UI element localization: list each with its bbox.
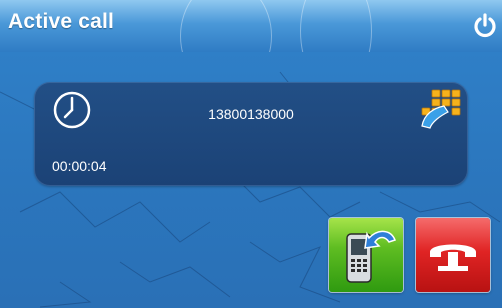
header-decoration [300,0,372,52]
hang-up-icon [430,244,476,271]
call-body: 13800138000 00:00:04 [0,52,502,308]
power-button[interactable] [472,12,498,40]
header-bar: Active call [0,0,502,52]
hang-up-button[interactable] [416,218,490,292]
power-icon [474,13,496,38]
phone-transfer-icon [346,230,396,283]
caller-number: 13800138000 [208,106,294,122]
keypad-button[interactable] [418,88,462,130]
call-info-panel: 13800138000 00:00:04 [34,82,468,186]
active-call-screen: Active call 13800138000 00:00:04 [0,0,502,308]
call-duration: 00:00:04 [52,158,107,174]
page-title: Active call [8,10,115,33]
keypad-icon [421,89,461,129]
header-decoration [180,0,272,52]
transfer-call-button[interactable] [329,218,403,292]
